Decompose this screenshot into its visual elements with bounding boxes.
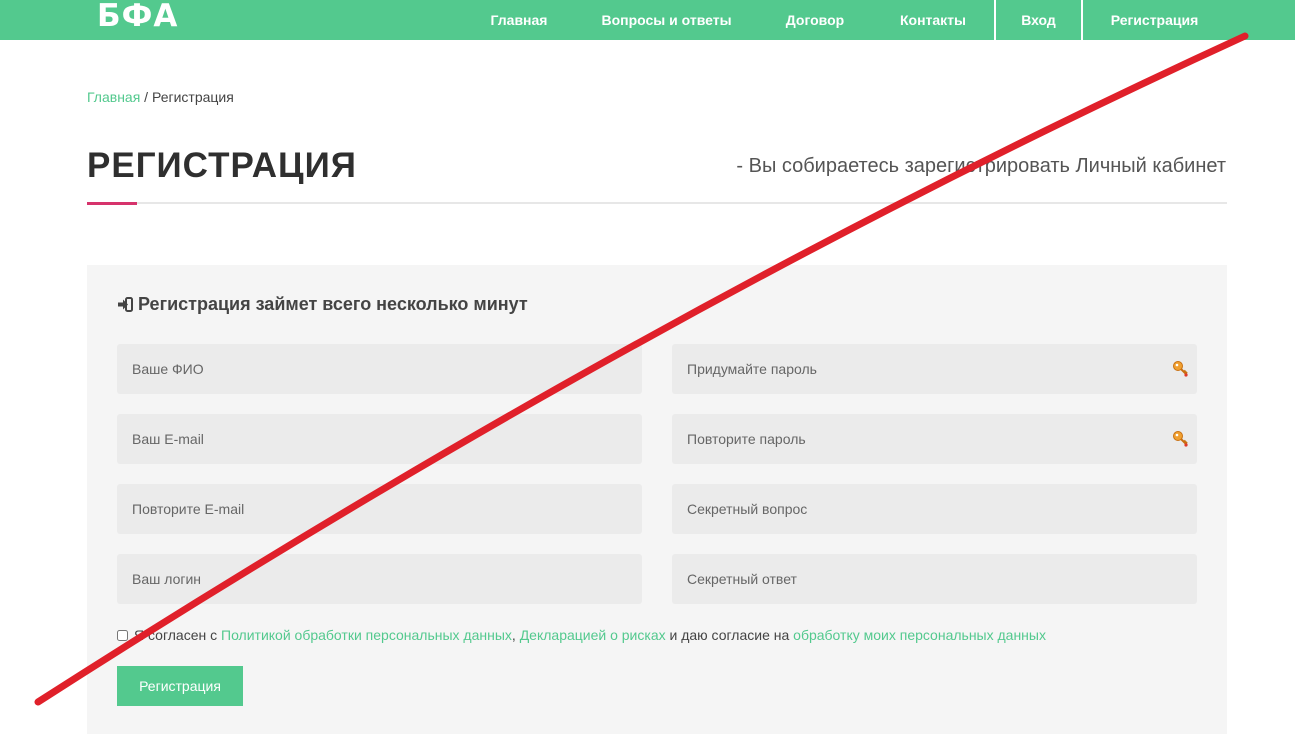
full-name-input[interactable] bbox=[117, 344, 642, 394]
privacy-policy-link[interactable]: Политикой обработки персональных данных bbox=[221, 627, 512, 643]
nav-link-contract[interactable]: Договор bbox=[772, 0, 858, 40]
password-repeat-input[interactable] bbox=[672, 414, 1197, 464]
register-submit-button[interactable]: Регистрация bbox=[117, 666, 243, 706]
top-navigation-bar: БФА Главная Вопросы и ответы Договор Кон… bbox=[0, 0, 1295, 40]
page-title: РЕГИСТРАЦИЯ bbox=[87, 146, 357, 185]
nav-link-login[interactable]: Вход bbox=[996, 0, 1081, 40]
breadcrumb-current: Регистрация bbox=[151, 89, 234, 105]
breadcrumb-home-link[interactable]: Главная bbox=[87, 89, 140, 105]
page-subtitle: - Вы собираетесь зарегистрировать Личный… bbox=[736, 155, 1226, 177]
password-input[interactable] bbox=[672, 344, 1197, 394]
risk-declaration-link[interactable]: Декларацией о рисках bbox=[520, 627, 666, 643]
breadcrumb: Главная / Регистрация bbox=[87, 89, 234, 105]
consent-comma: , bbox=[511, 627, 516, 643]
consent-checkbox[interactable] bbox=[117, 629, 128, 641]
nav-link-faq[interactable]: Вопросы и ответы bbox=[590, 0, 743, 40]
nav-link-contacts[interactable]: Контакты bbox=[886, 0, 980, 40]
login-input[interactable] bbox=[117, 554, 642, 604]
site-logo[interactable]: БФА bbox=[97, 0, 178, 34]
email-repeat-input[interactable] bbox=[117, 484, 642, 534]
sign-in-icon bbox=[118, 297, 133, 312]
nav-link-home[interactable]: Главная bbox=[476, 0, 562, 40]
personal-data-processing-link[interactable]: обработку моих персональных данных bbox=[793, 627, 1046, 643]
key-icon bbox=[1173, 361, 1188, 377]
consent-text-middle: и даю согласие на bbox=[669, 627, 790, 643]
registration-form-panel: Регистрация займет всего несколько минут… bbox=[87, 265, 1227, 734]
form-heading: Регистрация займет всего несколько минут bbox=[117, 294, 528, 315]
form-heading-text: Регистрация займет всего несколько минут bbox=[138, 294, 528, 314]
email-input[interactable] bbox=[117, 414, 642, 464]
consent-row: Я согласен с Политикой обработки персона… bbox=[117, 627, 1046, 643]
consent-text-prefix: Я согласен с bbox=[134, 627, 218, 643]
breadcrumb-separator: / bbox=[140, 89, 152, 105]
secret-question-input[interactable] bbox=[672, 484, 1197, 534]
key-icon bbox=[1173, 431, 1188, 447]
title-divider bbox=[87, 202, 1227, 204]
title-accent-bar bbox=[87, 202, 137, 205]
nav-link-register[interactable]: Регистрация bbox=[1083, 0, 1226, 40]
secret-answer-input[interactable] bbox=[672, 554, 1197, 604]
